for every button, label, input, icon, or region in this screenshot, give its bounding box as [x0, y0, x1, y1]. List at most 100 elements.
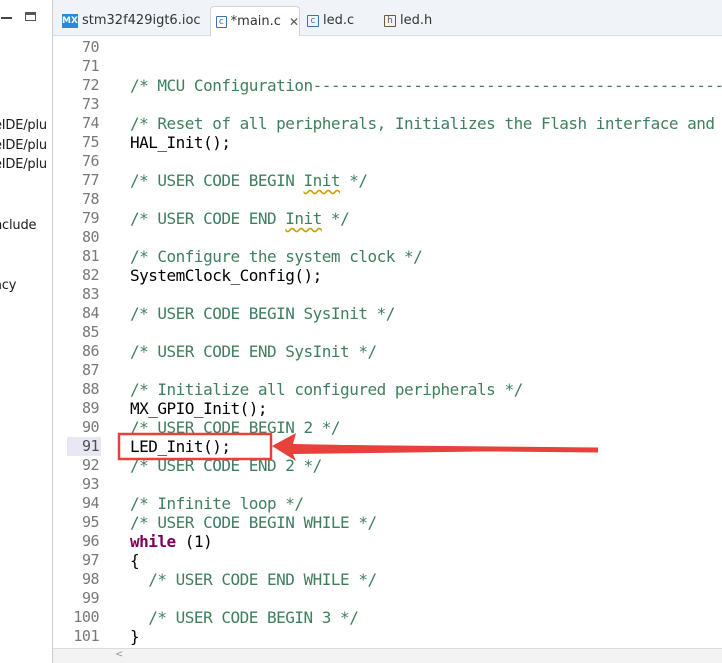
tab-stm32f429igt6-ioc[interactable]: MX stm32f429igt6.ioc	[57, 6, 205, 35]
code-text[interactable]: /* USER CODE BEGIN Init */	[130, 171, 368, 190]
code-text[interactable]: /* USER CODE BEGIN 3 */	[130, 608, 359, 627]
code-text[interactable]: /* USER CODE BEGIN 2 */	[130, 418, 341, 437]
line-number: 70	[81, 38, 100, 56]
code-text[interactable]: while (1)	[130, 532, 213, 551]
code-text[interactable]: /* USER CODE END WHILE */	[130, 570, 377, 589]
code-line[interactable]: 92 /* USER CODE END 2 */	[53, 456, 722, 475]
code-text[interactable]: /* USER CODE END SysInit */	[130, 342, 377, 361]
tab-led-c[interactable]: c led.c	[302, 6, 374, 35]
tab-main-c[interactable]: c *main.c ✕	[210, 6, 300, 36]
code-line[interactable]: 80	[53, 228, 722, 247]
code-line[interactable]: 101}	[53, 627, 722, 646]
code-text[interactable]: }	[130, 627, 140, 646]
code-text[interactable]: SystemClock_Config();	[130, 266, 322, 285]
code-line[interactable]: 99	[53, 589, 722, 608]
code-line[interactable]: 96 while (1)	[53, 532, 722, 551]
explorer-toolbar	[0, 0, 52, 40]
code-line[interactable]: 72 /* MCU Configuration------------------…	[53, 76, 722, 95]
code-text[interactable]: /* USER CODE BEGIN SysInit */	[130, 304, 395, 323]
code-line[interactable]: 93	[53, 475, 722, 494]
code-line[interactable]: 74 /* Reset of all peripherals, Initializ…	[53, 114, 722, 133]
line-number: 83	[81, 285, 100, 303]
line-number: 101	[73, 627, 99, 645]
line-number: 100	[73, 608, 99, 626]
horizontal-scrollbar[interactable]: <	[53, 648, 722, 663]
line-number: 88	[81, 380, 100, 398]
editor-tab-bar: MX stm32f429igt6.ioc c *main.c ✕ c led.c…	[53, 0, 722, 36]
code-line[interactable]: 77 /* USER CODE BEGIN Init */	[53, 171, 722, 190]
line-number: 72	[81, 76, 100, 94]
code-text[interactable]: /* USER CODE BEGIN WHILE */	[130, 513, 377, 532]
line-number: 95	[81, 513, 100, 531]
mx-icon: MX	[62, 13, 78, 28]
code-line[interactable]: 70	[53, 38, 722, 57]
line-number: 89	[81, 399, 100, 417]
code-line[interactable]: 83	[53, 285, 722, 304]
code-text[interactable]: /* MCU Configuration--------------------…	[130, 76, 722, 95]
code-line[interactable]: 91 LED_Init();	[53, 437, 722, 456]
code-editor[interactable]: 70 71 72 /* MCU Configuration--------------…	[53, 36, 722, 649]
line-number: 96	[81, 532, 100, 550]
code-text[interactable]: /* Infinite loop */	[130, 494, 304, 513]
code-line[interactable]: 76	[53, 152, 722, 171]
code-line[interactable]: 88 /* Initialize all configured periphera…	[53, 380, 722, 399]
code-line[interactable]: 81 /* Configure the system clock */	[53, 247, 722, 266]
line-number: 99	[81, 589, 100, 607]
explorer-tree-item[interactable]: eIDE/plu	[0, 118, 47, 133]
line-number: 71	[81, 57, 100, 75]
line-number: 82	[81, 266, 100, 284]
code-line[interactable]: 95 /* USER CODE BEGIN WHILE */	[53, 513, 722, 532]
code-line[interactable]: 94 /* Infinite loop */	[53, 494, 722, 513]
code-line[interactable]: 90 /* USER CODE BEGIN 2 */	[53, 418, 722, 437]
code-line[interactable]: 85	[53, 323, 722, 342]
code-line[interactable]: 73	[53, 95, 722, 114]
code-line[interactable]: 86 /* USER CODE END SysInit */	[53, 342, 722, 361]
code-line[interactable]: 84 /* USER CODE BEGIN SysInit */	[53, 304, 722, 323]
line-number: 75	[81, 133, 100, 151]
code-text[interactable]: HAL_Init();	[130, 133, 231, 152]
code-text[interactable]: LED_Init();	[130, 437, 231, 456]
code-line[interactable]: 89 MX_GPIO_Init();	[53, 399, 722, 418]
scroll-left-icon[interactable]: <	[115, 649, 123, 660]
line-number: 80	[81, 228, 100, 246]
line-number: 85	[81, 323, 100, 341]
line-number: 90	[81, 418, 100, 436]
tab-label: stm32f429igt6.ioc	[82, 13, 201, 28]
code-text[interactable]: {	[130, 551, 140, 570]
c-file-icon: c	[216, 15, 227, 28]
code-text[interactable]: /* Initialize all configured peripherals…	[130, 380, 523, 399]
code-text[interactable]: /* USER CODE END 2 */	[130, 456, 322, 475]
line-number: 97	[81, 551, 100, 569]
code-line[interactable]: 78	[53, 190, 722, 209]
line-number: 74	[81, 114, 100, 132]
maximize-icon[interactable]	[25, 12, 36, 21]
explorer-tree-item[interactable]: eIDE/plu	[0, 138, 47, 153]
explorer-tree-item[interactable]: nclude	[0, 218, 36, 233]
tab-label: led.h	[400, 13, 433, 28]
code-text[interactable]: /* USER CODE END Init */	[130, 209, 350, 228]
minimize-icon[interactable]	[1, 13, 12, 19]
line-number: 79	[81, 209, 100, 227]
code-line[interactable]: 100 /* USER CODE BEGIN 3 */	[53, 608, 722, 627]
code-line[interactable]: 75 HAL_Init();	[53, 133, 722, 152]
tab-led-h[interactable]: h led.h	[379, 6, 451, 35]
line-number: 91	[67, 437, 100, 456]
code-line[interactable]: 79 /* USER CODE END Init */	[53, 209, 722, 228]
line-number: 92	[81, 456, 100, 474]
code-line[interactable]: 98 /* USER CODE END WHILE */	[53, 570, 722, 589]
explorer-tree-item[interactable]: eIDE/plu	[0, 157, 47, 172]
code-text[interactable]: /* Configure the system clock */	[130, 247, 423, 266]
code-text[interactable]: /* Reset of all peripherals, Initializes…	[130, 114, 722, 133]
explorer-tree-item[interactable]: acy	[0, 278, 16, 293]
code-line[interactable]: 82 SystemClock_Config();	[53, 266, 722, 285]
close-icon[interactable]: ✕	[289, 15, 299, 29]
code-line[interactable]: 97 {	[53, 551, 722, 570]
line-number: 77	[81, 171, 100, 189]
code-text[interactable]: MX_GPIO_Init();	[130, 399, 268, 418]
line-number: 76	[81, 152, 100, 170]
line-number: 73	[81, 95, 100, 113]
code-line[interactable]: 71	[53, 57, 722, 76]
code-line[interactable]: 87	[53, 361, 722, 380]
project-explorer-panel: eIDE/plu eIDE/plu eIDE/plu nclude acy	[0, 0, 53, 663]
line-number: 78	[81, 190, 100, 208]
